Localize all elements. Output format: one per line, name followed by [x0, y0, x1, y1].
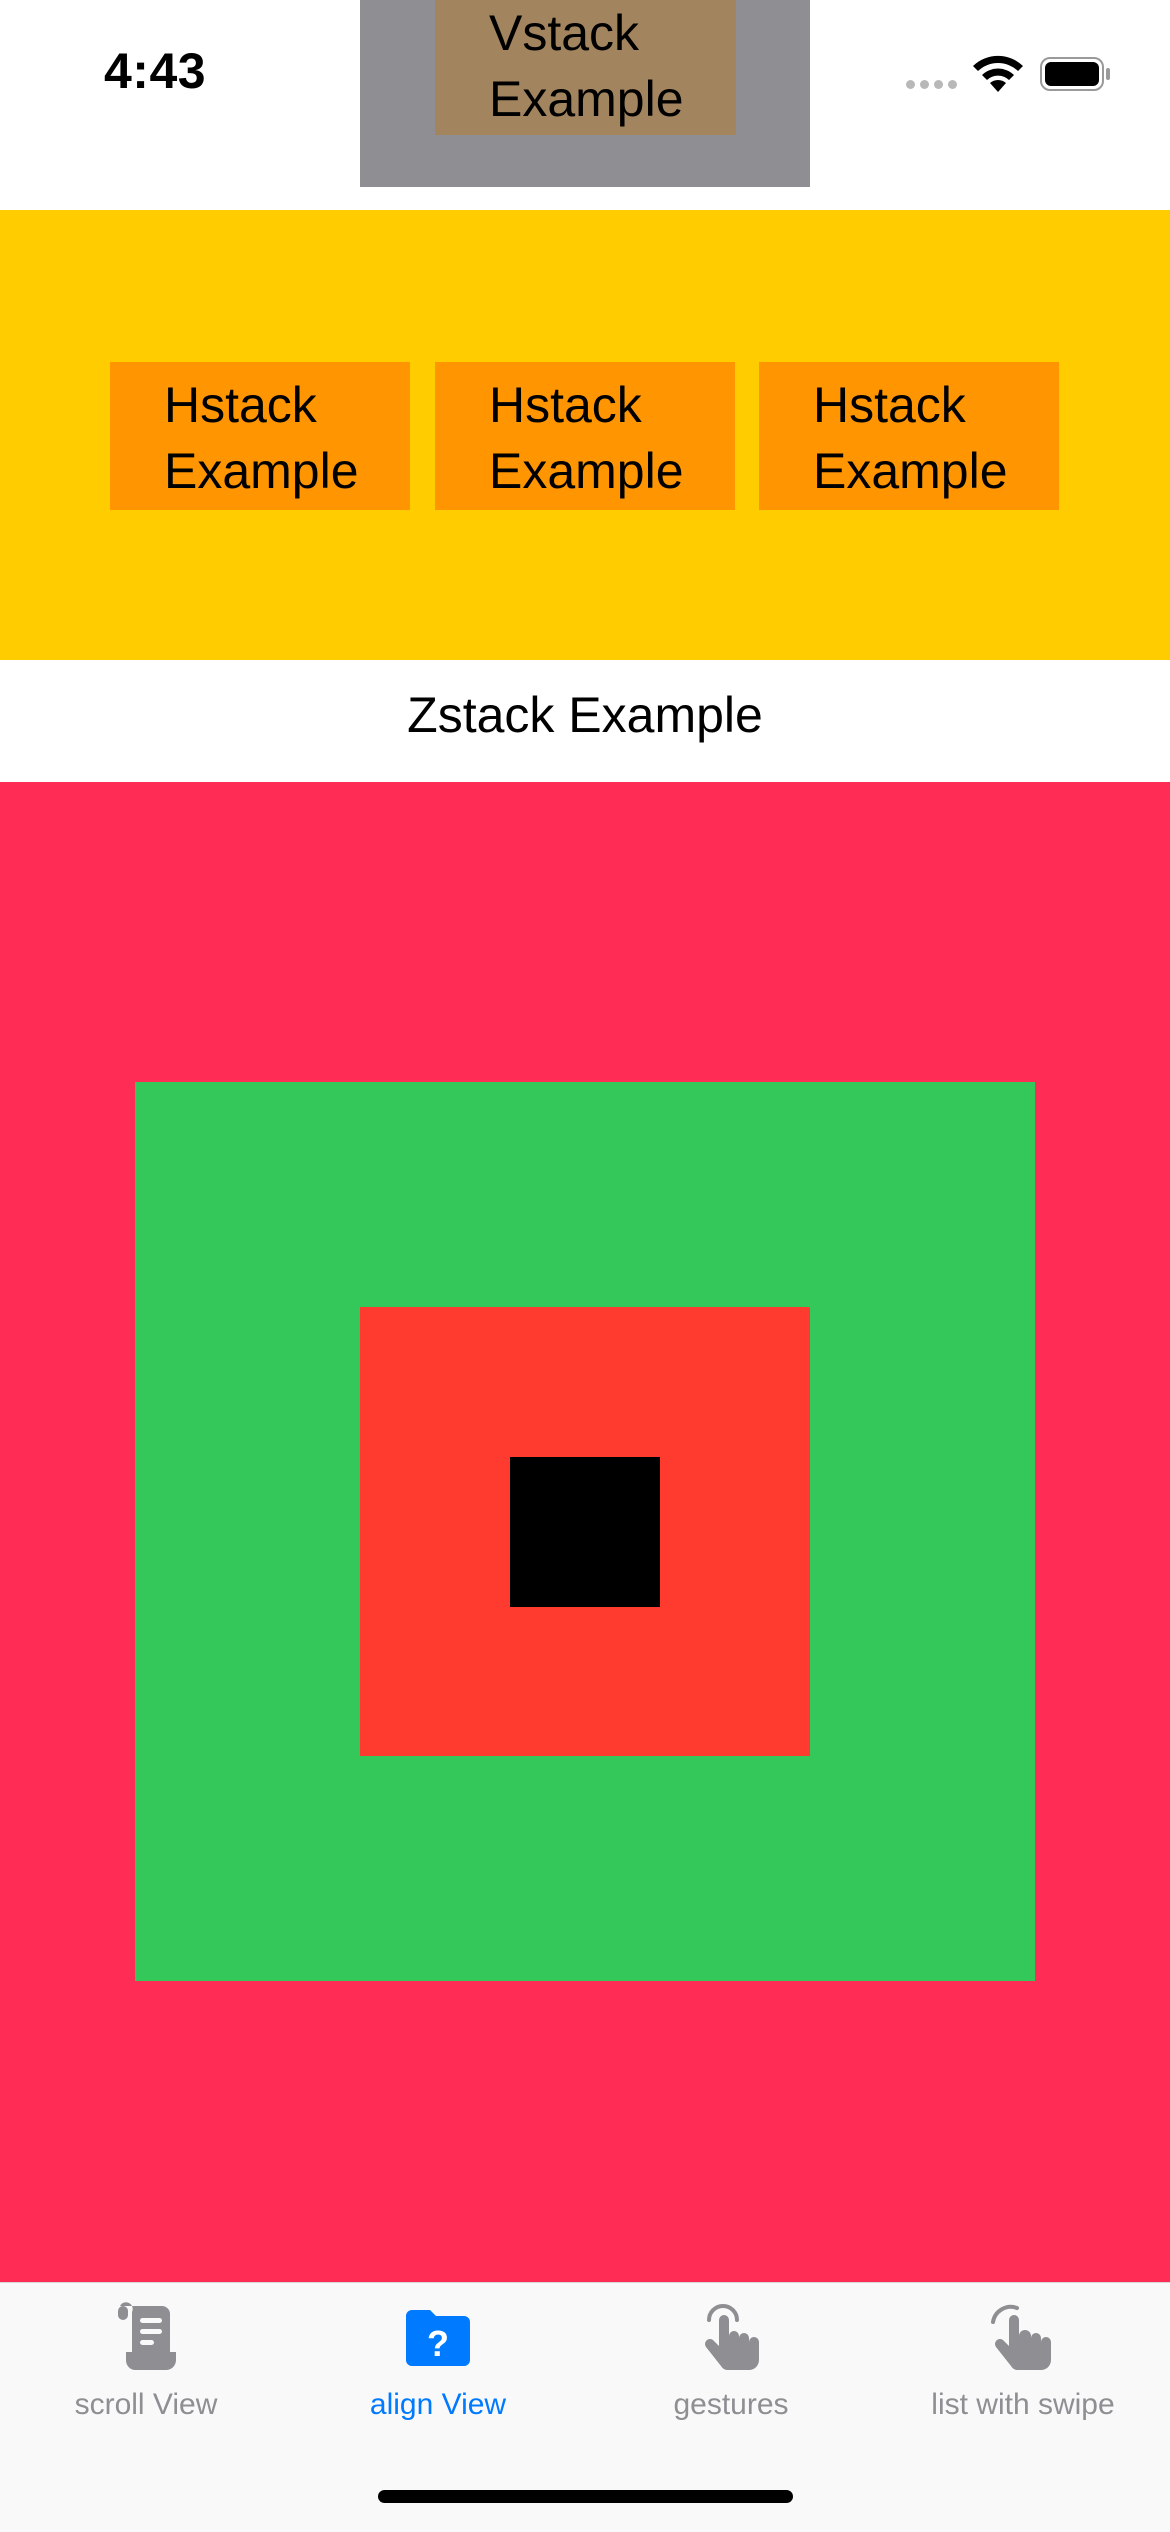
hstack-card-label: Hstack Example [813, 377, 1008, 499]
cellular-signal-icon [906, 80, 957, 89]
app-screen: 4:43 Vstack Example Hstack Example Hstac… [0, 0, 1170, 2532]
battery-icon [1040, 57, 1110, 91]
tab-gestures[interactable]: gestures [585, 2290, 877, 2440]
zstack-black-layer [510, 1457, 660, 1607]
tab-list-with-swipe[interactable]: list with swipe [877, 2290, 1169, 2440]
tab-label: list with swipe [931, 2388, 1115, 2421]
home-indicator[interactable] [378, 2490, 793, 2503]
hstack-card-label: Hstack Example [164, 377, 359, 499]
vstack-label: Vstack Example [489, 5, 684, 127]
hstack-card-2: Hstack Example [435, 362, 735, 510]
hand-swipe-icon [991, 2304, 1051, 2370]
tab-label: align View [369, 2388, 507, 2421]
hstack-card-label: Hstack Example [489, 377, 684, 499]
tab-label: gestures [673, 2388, 789, 2421]
hstack-card-3: Hstack Example [759, 362, 1059, 510]
hand-tap-icon [705, 2304, 759, 2370]
tab-scroll-view[interactable]: scroll View [0, 2290, 292, 2440]
svg-text:?: ? [427, 2323, 449, 2364]
status-time: 4:43 [104, 43, 207, 99]
scroll-icon [118, 2302, 176, 2370]
tab-align-view[interactable]: ? align View [292, 2290, 584, 2440]
hstack-card-1: Hstack Example [110, 362, 410, 510]
questionmark-folder-icon: ? [406, 2310, 470, 2366]
zstack-label: Zstack Example [407, 687, 763, 743]
tab-label: scroll View [74, 2388, 218, 2421]
wifi-icon [973, 55, 1023, 92]
